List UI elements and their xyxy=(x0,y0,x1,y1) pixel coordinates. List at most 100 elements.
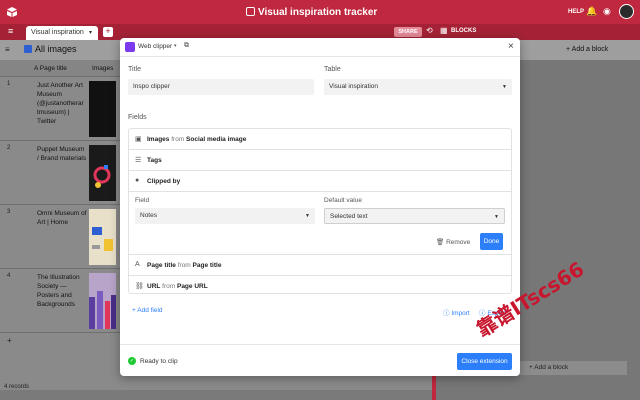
field-row-url[interactable]: ⛓ URL from Page URL xyxy=(129,276,511,295)
view-sidebar-toggle-icon[interactable]: ≡ xyxy=(5,45,10,54)
field-name: Tags xyxy=(147,157,162,164)
fields-list: ▣ Images from Social media image ☰ Tags … xyxy=(128,128,512,294)
chevron-down-icon: ▼ xyxy=(494,214,499,220)
field-row-text: Page title from Page title xyxy=(147,262,221,269)
modal-header: Web clipper ▾ ⧉ × xyxy=(120,38,520,57)
chevron-down-icon[interactable]: ▾ xyxy=(89,29,92,36)
field-from: from xyxy=(171,136,185,143)
add-field-label: Add field xyxy=(137,307,163,314)
row-page-title[interactable]: Omni Museum of Art | Home xyxy=(37,209,87,227)
field-row-page-title[interactable]: A Page title from Page title xyxy=(129,255,511,276)
popout-icon[interactable]: ⧉ xyxy=(184,42,189,50)
help-link[interactable]: HELP xyxy=(568,9,584,15)
image-thumbnail[interactable] xyxy=(89,145,116,201)
add-block-label: Add a block xyxy=(534,364,569,371)
chevron-down-icon[interactable]: ▾ xyxy=(174,43,177,49)
default-value-select[interactable]: Selected text ▼ xyxy=(324,208,505,224)
field-select[interactable]: Notes ▼ xyxy=(135,208,315,224)
add-table-icon[interactable]: + xyxy=(103,27,113,37)
add-block-panel-button[interactable]: + Add a block xyxy=(517,361,627,375)
row-number: 4 xyxy=(7,273,11,279)
web-clipper-logo-icon xyxy=(125,42,135,52)
trash-icon: 🗑 xyxy=(436,239,445,246)
add-row-button[interactable]: + xyxy=(7,336,12,345)
multi-select-icon: ☰ xyxy=(135,157,142,164)
title-label: Title xyxy=(128,66,141,73)
row-page-title[interactable]: Puppet Museum / Brand materials xyxy=(37,145,87,163)
field-name: URL xyxy=(147,283,161,290)
add-block-button[interactable]: + Add a block xyxy=(566,46,608,53)
remove-label: Remove xyxy=(446,239,471,246)
row-page-title[interactable]: The Illustration Society — Posters and B… xyxy=(37,273,87,309)
column-header-page-title[interactable]: A Page title xyxy=(34,65,67,72)
column-header-images[interactable]: Images xyxy=(92,65,113,72)
field-source: Page URL xyxy=(176,283,208,290)
notifications-icon[interactable]: ◉ xyxy=(603,6,611,17)
record-count: 4 records xyxy=(4,384,30,390)
import-icon: ⓘ xyxy=(443,310,450,317)
default-value-label: Default value xyxy=(324,197,362,204)
base-icon xyxy=(246,7,255,16)
field-row-text: Clipped by xyxy=(147,178,180,185)
row-page-title[interactable]: Just Another Art Museum (@justanotherar … xyxy=(37,81,87,126)
image-thumbnail[interactable] xyxy=(89,273,116,329)
field-from: from xyxy=(162,283,176,290)
field-source: Page title xyxy=(192,262,222,269)
history-icon[interactable]: ⟲ xyxy=(426,26,433,35)
bell-icon[interactable]: 🔔 xyxy=(586,6,597,17)
field-row-clipped-by[interactable]: ● Clipped by xyxy=(129,171,511,192)
field-row-text: Images from Social media image xyxy=(147,136,246,143)
done-button[interactable]: Done xyxy=(480,233,503,250)
close-extension-button[interactable]: Close extension xyxy=(457,353,512,370)
link-icon: ⛓ xyxy=(135,283,144,290)
table-select-value: Visual inspiration xyxy=(329,83,379,90)
default-value-select-value: Selected text xyxy=(330,213,368,220)
tab-label: Visual inspiration xyxy=(31,29,84,36)
row-number: 1 xyxy=(7,81,11,87)
modal-footer: ✓ Ready to clip Close extension xyxy=(120,344,520,376)
row-number: 3 xyxy=(7,209,11,215)
image-thumbnail[interactable] xyxy=(89,209,116,265)
web-clipper-modal: Web clipper ▾ ⧉ × Title Inspo clipper Ta… xyxy=(120,38,520,376)
close-icon[interactable]: × xyxy=(508,41,514,52)
active-block-indicator xyxy=(432,376,436,400)
grid-view-icon xyxy=(24,45,32,53)
add-block-label: Add a block xyxy=(571,46,609,53)
status-text: Ready to clip xyxy=(140,358,178,365)
blocks-button[interactable]: BLOCKS xyxy=(451,28,476,34)
table-select[interactable]: Visual inspiration ▼ xyxy=(324,79,512,95)
field-row-text: Tags xyxy=(147,157,162,164)
user-icon: ● xyxy=(135,177,140,184)
app-top-bar: Visual inspiration tracker HELP 🔔 ◉ xyxy=(0,0,640,24)
import-button[interactable]: ⓘ Import xyxy=(443,307,470,317)
add-field-button[interactable]: + Add field xyxy=(132,307,163,314)
remove-field-button[interactable]: 🗑 Remove xyxy=(436,238,470,246)
column-header-label: Page title xyxy=(39,65,67,72)
image-thumbnail[interactable] xyxy=(89,81,116,137)
field-source: Social media image xyxy=(186,136,247,143)
share-button[interactable]: SHARE xyxy=(394,27,422,37)
row-number: 2 xyxy=(7,145,11,151)
view-name[interactable]: All images xyxy=(35,44,77,54)
attachment-icon: ▣ xyxy=(135,136,142,143)
check-circle-icon: ✓ xyxy=(128,357,136,365)
avatar[interactable] xyxy=(619,4,634,19)
field-name: Images xyxy=(147,136,170,143)
import-label: Import xyxy=(451,310,470,317)
hamburger-menu-icon[interactable]: ≡ xyxy=(8,26,13,36)
field-row-images[interactable]: ▣ Images from Social media image xyxy=(129,129,511,150)
field-row-tags[interactable]: ☰ Tags xyxy=(129,150,511,171)
tab-visual-inspiration[interactable]: Visual inspiration xyxy=(26,26,98,40)
airtable-logo-icon[interactable] xyxy=(6,6,18,18)
field-from: from xyxy=(177,262,191,269)
fields-label: Fields xyxy=(128,114,147,121)
field-name: Clipped by xyxy=(147,178,181,185)
base-title[interactable]: Visual inspiration tracker xyxy=(258,7,377,18)
field-name: Page title xyxy=(147,262,176,269)
chevron-down-icon: ▼ xyxy=(305,213,310,219)
field-select-value: Notes xyxy=(140,212,157,219)
extension-name[interactable]: Web clipper xyxy=(138,43,172,50)
title-input[interactable]: Inspo clipper xyxy=(128,79,314,95)
blocks-icon[interactable]: ▦ xyxy=(440,26,448,35)
field-row-text: URL from Page URL xyxy=(147,283,208,290)
